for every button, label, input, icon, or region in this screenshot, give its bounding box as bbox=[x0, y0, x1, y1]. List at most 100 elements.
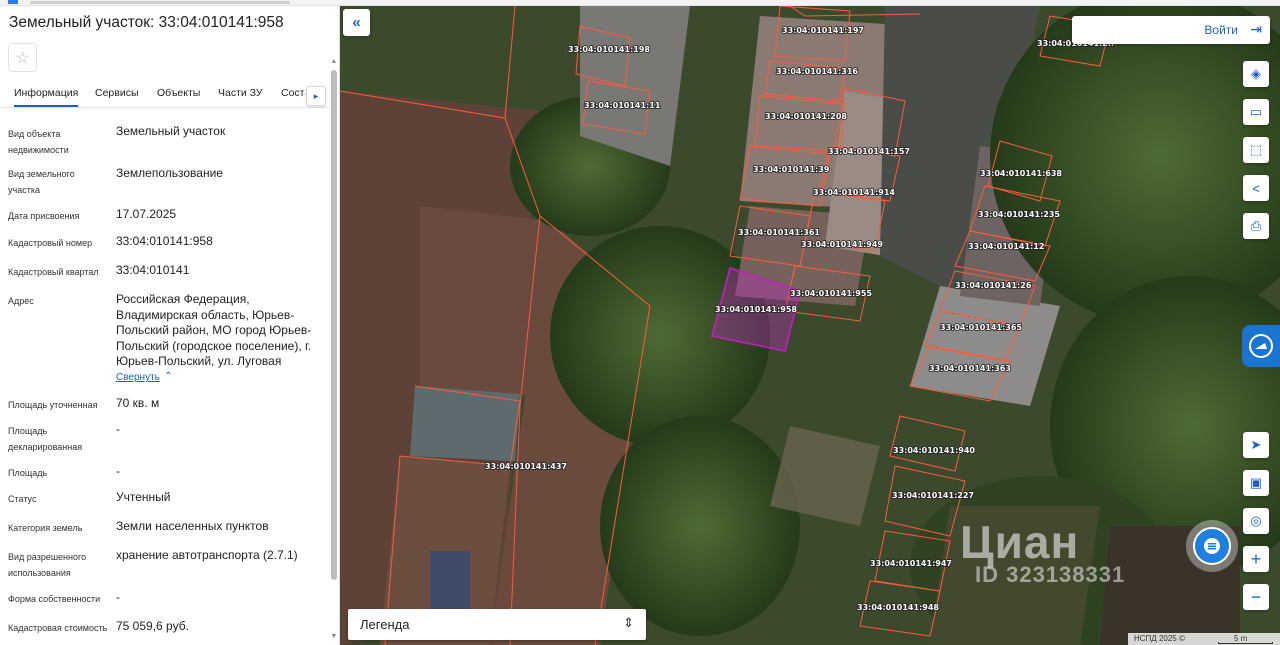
parcel-label[interactable]: 33:04:010141:227 bbox=[891, 490, 975, 501]
row-value-parcel-type: Землепользование bbox=[116, 166, 223, 180]
zoom-in-button[interactable]: + bbox=[1243, 546, 1269, 572]
parcel-label[interactable]: 33:04:010141:947 bbox=[869, 558, 953, 569]
row-label-date: Дата присвоения bbox=[8, 211, 80, 221]
scroll-down-arrow[interactable]: ▼ bbox=[330, 633, 338, 640]
row-label-permitted-use: Вид разрешенного использования bbox=[8, 552, 87, 578]
collapse-panel-button[interactable]: « bbox=[343, 9, 370, 36]
favorite-button[interactable]: ☆ bbox=[8, 43, 37, 72]
share-button[interactable]: < bbox=[1243, 175, 1269, 201]
row-label-ownership: Форма собственности bbox=[8, 594, 101, 604]
pin-search-icon: ◎ bbox=[1250, 513, 1262, 528]
tab-objects[interactable]: Объекты bbox=[157, 87, 200, 99]
sign-in-icon[interactable]: ⇥ bbox=[1250, 21, 1262, 38]
selected-parcel-label[interactable]: 33:04:010141:958 bbox=[714, 304, 798, 315]
row-value-land-category: Земли населенных пунктов bbox=[116, 519, 269, 533]
tab-overflow: Соста bbox=[281, 80, 305, 108]
tab-bar: Информация Сервисы Объекты Части ЗУ Сост… bbox=[0, 80, 330, 108]
parcel-label[interactable]: 33:04:010141:638 bbox=[979, 168, 1063, 179]
tab-services[interactable]: Сервисы bbox=[95, 87, 139, 99]
parcel-label[interactable]: 33:04:010141:11 bbox=[583, 100, 661, 111]
minimap-icon: ▣ bbox=[1249, 475, 1263, 490]
legend-label: Легенда bbox=[360, 617, 410, 632]
parcel-label[interactable]: 33:04:010141:363 bbox=[928, 363, 1012, 374]
parcel-label[interactable]: 33:04:010141:235 bbox=[977, 209, 1061, 220]
legend-dropdown[interactable]: Легенда ⇕ bbox=[348, 609, 646, 640]
row-label-address: Адрес bbox=[8, 296, 34, 306]
row-value-cadastral-value: 75 059,6 руб. bbox=[116, 619, 189, 633]
map-view[interactable]: 33:04:010141:197 33:04:010141:198 33:04:… bbox=[340, 6, 1280, 645]
watermark-id: ID 323138331 bbox=[975, 562, 1126, 587]
parcel-label[interactable]: 33:04:010141:12 bbox=[967, 241, 1045, 252]
zoom-out-icon: − bbox=[1250, 586, 1262, 607]
parcel-label[interactable]: 33:04:010141:198 bbox=[567, 44, 651, 55]
ruler-button[interactable]: ▭ bbox=[1243, 99, 1269, 125]
updown-chevron-icon: ⇕ bbox=[623, 615, 634, 630]
parcel-label[interactable]: 33:04:010141:26 bbox=[954, 280, 1032, 291]
geolocation-button[interactable]: ➤ bbox=[1243, 432, 1269, 458]
zoom-in-icon: + bbox=[1250, 548, 1262, 569]
zoom-out-button[interactable]: − bbox=[1243, 584, 1269, 610]
parcel-label[interactable]: 33:04:010141:197 bbox=[781, 25, 865, 36]
share-icon: < bbox=[1252, 180, 1260, 196]
star-icon: ☆ bbox=[15, 49, 30, 67]
row-value-date: 17.07.2025 bbox=[116, 207, 177, 221]
minimap-button[interactable]: ▣ bbox=[1243, 470, 1269, 496]
tab-info[interactable]: Информация bbox=[14, 87, 79, 107]
row-label-cadastral-number: Кадастровый номер bbox=[8, 238, 93, 248]
parcel-label[interactable]: 33:04:010141:39 bbox=[752, 164, 830, 175]
tab-parts[interactable]: Части ЗУ bbox=[218, 87, 263, 99]
watermark: Циан bbox=[960, 516, 1080, 568]
chat-button[interactable] bbox=[1186, 520, 1238, 572]
satellite-map[interactable]: 33:04:010141:197 33:04:010141:198 33:04:… bbox=[340, 6, 1280, 645]
row-label-land-category: Категория земель bbox=[8, 523, 83, 533]
row-label-status: Статус bbox=[8, 494, 37, 504]
page-title: Земельный участок: 33:04:010141:958 bbox=[9, 14, 284, 31]
select-area-button[interactable]: ⬚ bbox=[1243, 137, 1269, 163]
tabs-next-button[interactable]: ▸ bbox=[306, 86, 326, 106]
app-root: Земельный участок: 33:04:010141:958 ☆ Ин… bbox=[0, 0, 1280, 645]
parcel-label[interactable]: 33:04:010141:316 bbox=[775, 66, 859, 77]
parcel-label[interactable]: 33:04:010141:955 bbox=[789, 288, 873, 299]
row-value-area-precise: 70 кв. м bbox=[116, 396, 160, 410]
parcel-label[interactable]: 33:04:010141:949 bbox=[800, 239, 884, 250]
pin-search-button[interactable]: ◎ bbox=[1243, 508, 1269, 534]
feedback-tab[interactable] bbox=[1242, 325, 1280, 367]
row-value-cadastral-number: 33:04:010141:958 bbox=[116, 234, 213, 248]
tab-composition[interactable]: Соста bbox=[281, 87, 305, 99]
row-value-cadastral-quarter: 33:04:010141 bbox=[116, 263, 190, 277]
chevron-up-icon[interactable]: ⌃ bbox=[164, 371, 172, 382]
parcel-label[interactable]: 33:04:010141:157 bbox=[827, 146, 911, 157]
scroll-up-arrow[interactable]: ▲ bbox=[330, 58, 338, 65]
parcel-label[interactable]: 33:04:010141:437 bbox=[484, 461, 568, 472]
select-area-icon: ⬚ bbox=[1249, 142, 1263, 157]
row-value-area: - bbox=[116, 464, 120, 478]
parcel-label[interactable]: 33:04:010141:948 bbox=[856, 602, 940, 613]
panel-scrollbar[interactable] bbox=[331, 70, 337, 580]
row-value-ownership: - bbox=[116, 590, 120, 604]
parcel-label[interactable]: 33:04:010141:940 bbox=[892, 445, 976, 456]
scale-text: 5 m bbox=[1234, 634, 1248, 643]
row-value-status: Учтенный bbox=[116, 490, 171, 504]
print-button[interactable]: ⎙ bbox=[1243, 213, 1269, 239]
row-label-area-declared: Площадь декларированная bbox=[8, 426, 83, 452]
layers-button[interactable]: ◈ bbox=[1243, 61, 1269, 87]
chevron-right-icon: ▸ bbox=[313, 90, 319, 101]
login-label[interactable]: Войти bbox=[1204, 23, 1238, 37]
row-label-area-precise: Площадь уточненная bbox=[8, 400, 98, 410]
parcel-label[interactable]: 33:04:010141:208 bbox=[764, 111, 848, 122]
row-label-cadastral-value: Кадастровая стоимость bbox=[8, 623, 108, 633]
geolocation-icon: ➤ bbox=[1250, 437, 1262, 452]
row-value-address: Российская Федерация, Владимирская облас… bbox=[116, 292, 312, 368]
parcel-label[interactable]: 33:04:010141:914 bbox=[812, 187, 896, 198]
ruler-icon: ▭ bbox=[1249, 104, 1263, 119]
map-attribution: НСПД 2025 © 5 m bbox=[1128, 633, 1280, 645]
layers-icon: ◈ bbox=[1251, 66, 1261, 81]
row-value-object-type: Земельный участок bbox=[116, 124, 226, 138]
parcel-label[interactable]: 33:04:010141:361 bbox=[737, 227, 821, 238]
row-label-object-type: Вид объекта недвижимости bbox=[8, 129, 69, 155]
parcel-label[interactable]: 33:04:010141:365 bbox=[939, 322, 1023, 333]
login-bar[interactable]: Войти ⇥ bbox=[1072, 16, 1270, 44]
double-chevron-left-icon: « bbox=[352, 14, 361, 31]
collapse-link[interactable]: Свернуть bbox=[116, 372, 160, 383]
chat-icon bbox=[1193, 527, 1231, 565]
